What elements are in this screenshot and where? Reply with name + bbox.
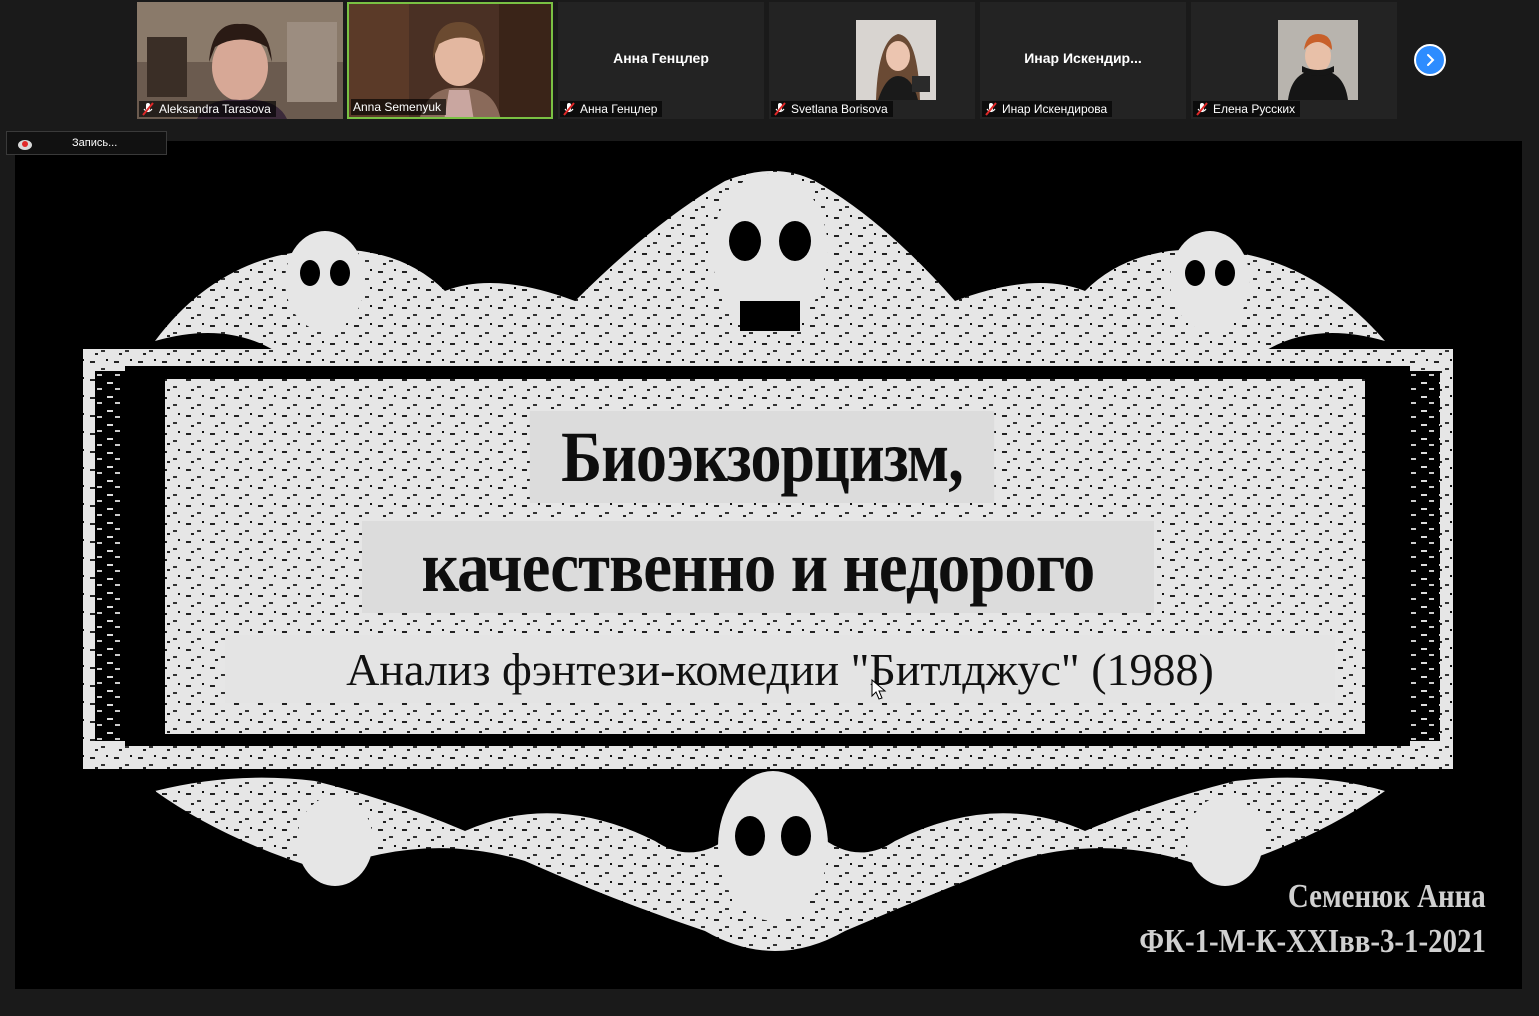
recording-indicator[interactable]: Запись... [6, 131, 167, 155]
participant-tile[interactable]: Инар Искендир... Инар Искендирова [980, 2, 1186, 119]
participant-avatar [856, 20, 936, 100]
slide-title-line2: качественно и недорого [362, 521, 1154, 613]
slide-group-code: ФК-1-М-К-XXIвв-3-1-2021 [1139, 923, 1486, 960]
participant-label: Инар Искендирова [982, 101, 1113, 117]
participant-label: Анна Генцлер [560, 101, 663, 117]
participant-name: Svetlana Borisova [791, 102, 888, 116]
slide-subtitle: Анализ фэнтези-комедии "Битлджус" (1988) [225, 635, 1335, 703]
participant-display-name: Инар Искендир... [1024, 50, 1142, 66]
participant-display-name: Анна Генцлер [613, 50, 709, 66]
participant-name: Aleksandra Tarasova [159, 102, 271, 116]
mouse-cursor-icon [871, 679, 887, 700]
participant-tile-active[interactable]: Anna Semenyuk [347, 2, 553, 119]
cloud-recording-icon [18, 140, 32, 150]
shared-screen: Биоэкзорцизм, качественно и недорого Ана… [15, 141, 1522, 989]
participant-name: Anna Semenyuk [353, 100, 442, 114]
participant-label: Aleksandra Tarasova [139, 101, 276, 117]
muted-mic-icon [985, 102, 997, 116]
participant-avatar [1278, 20, 1358, 100]
participant-label: Anna Semenyuk [351, 99, 447, 115]
participant-name: Елена Русских [1213, 102, 1296, 116]
participant-tile[interactable]: Aleksandra Tarasova [137, 2, 343, 119]
muted-mic-icon [1196, 102, 1208, 116]
recording-label: Запись... [72, 137, 118, 149]
slide-author: Семенюк Анна [1288, 878, 1486, 915]
participant-label: Елена Русских [1193, 101, 1301, 117]
muted-mic-icon [563, 102, 575, 116]
participant-name: Инар Искендирова [1002, 102, 1108, 116]
participant-name: Анна Генцлер [580, 102, 658, 116]
chevron-right-icon [1427, 54, 1435, 66]
muted-mic-icon [142, 102, 154, 116]
participant-tile[interactable]: Анна Генцлер Анна Генцлер [558, 2, 764, 119]
participant-strip: Aleksandra Tarasova Anna Semenyuk Анна Г… [0, 0, 1539, 122]
participant-label: Svetlana Borisova [771, 101, 893, 117]
slide-title-line1: Биоэкзорцизм, [529, 411, 995, 503]
muted-mic-icon [774, 102, 786, 116]
participant-tile[interactable]: Елена Русских [1191, 2, 1397, 119]
next-participants-button[interactable] [1414, 44, 1446, 76]
participant-tile[interactable]: Svetlana Borisova [769, 2, 975, 119]
